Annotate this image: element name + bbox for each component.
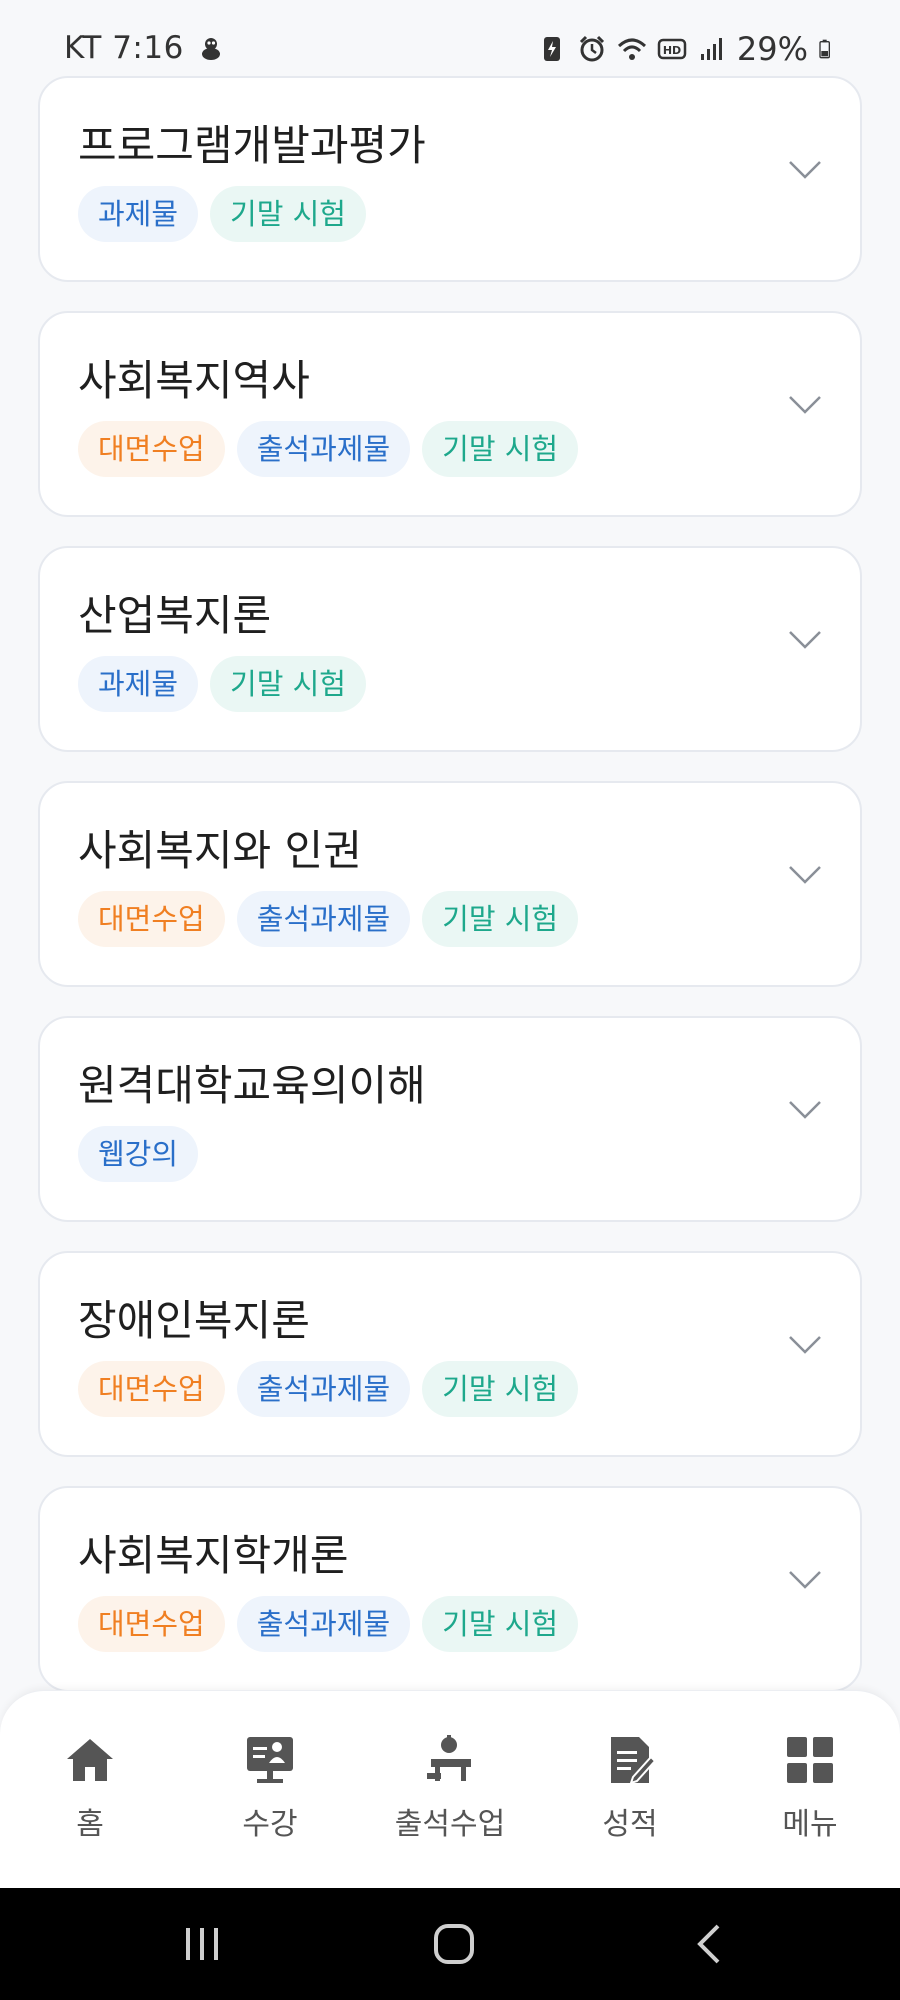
course-card[interactable]: 프로그램개발과평가 과제물 기말 시험	[38, 76, 862, 282]
chevron-down-icon[interactable]	[788, 1568, 822, 1592]
recent-apps-icon[interactable]	[172, 1918, 232, 1970]
nav-item-lecture[interactable]: 수강	[200, 1733, 340, 1853]
chevron-down-icon[interactable]	[788, 393, 822, 417]
grade-document-icon	[611, 1737, 657, 1785]
tag-row: 웹강의	[78, 1126, 199, 1182]
home-icon	[67, 1739, 113, 1781]
course-title: 장애인복지론	[78, 1296, 310, 1345]
attendance-desk-icon	[427, 1735, 471, 1781]
tag-row: 과제물 기말 시험	[78, 656, 366, 712]
back-icon[interactable]	[680, 1918, 740, 1970]
nav-label: 메뉴	[782, 1807, 838, 1842]
tag-assignment: 과제물	[78, 656, 199, 712]
chevron-down-icon[interactable]	[788, 628, 822, 652]
carrier-time: KT 7:16	[64, 30, 184, 66]
nav-item-attendance-class[interactable]: 출석수업	[380, 1733, 520, 1853]
tag-row: 대면수업 출석과제물 기말 시험	[78, 891, 579, 947]
tag-attendance-assignment: 출석과제물	[236, 1596, 411, 1652]
chevron-down-icon[interactable]	[788, 863, 822, 887]
tag-attendance-assignment: 출석과제물	[236, 1361, 411, 1417]
system-nav-bar	[0, 1888, 900, 2000]
alarm-icon	[579, 35, 604, 62]
tag-row: 과제물 기말 시험	[78, 186, 366, 242]
tag-final-exam: 기말 시험	[210, 186, 366, 242]
nav-label: 홈	[76, 1807, 104, 1842]
course-card[interactable]: 사회복지역사 대면수업 출석과제물 기말 시험	[38, 311, 862, 517]
home-circle-icon[interactable]	[424, 1918, 484, 1970]
course-title: 사회복지역사	[78, 356, 310, 405]
tag-in-person-class: 대면수업	[78, 421, 225, 477]
battery-saver-icon	[543, 37, 560, 61]
wifi-icon	[617, 38, 646, 60]
course-title: 산업복지론	[78, 591, 272, 640]
course-card[interactable]: 사회복지와 인권 대면수업 출석과제물 기말 시험	[38, 781, 862, 987]
lecture-monitor-icon	[247, 1737, 293, 1783]
battery-icon	[819, 39, 830, 59]
nav-label: 성적	[602, 1807, 658, 1842]
chevron-down-icon[interactable]	[788, 1098, 822, 1122]
hd-voice-icon: HD	[657, 38, 687, 60]
status-left: KT 7:16	[64, 30, 226, 66]
nav-item-menu[interactable]: 메뉴	[740, 1733, 880, 1853]
tag-final-exam: 기말 시험	[422, 421, 579, 477]
course-card[interactable]: 원격대학교육의이해 웹강의	[38, 1016, 862, 1222]
tag-in-person-class: 대면수업	[78, 1361, 225, 1417]
course-card[interactable]: 산업복지론 과제물 기말 시험	[38, 546, 862, 752]
tag-row: 대면수업 출석과제물 기말 시험	[78, 1596, 579, 1652]
course-card[interactable]: 장애인복지론 대면수업 출석과제물 기말 시험	[38, 1251, 862, 1457]
chevron-down-icon[interactable]	[788, 158, 822, 182]
course-title: 사회복지와 인권	[78, 826, 362, 875]
status-right: HD 29%	[537, 30, 838, 68]
tag-row: 대면수업 출석과제물 기말 시험	[78, 421, 579, 477]
tag-row: 대면수업 출석과제물 기말 시험	[78, 1361, 579, 1417]
bottom-nav: 홈 수강 출석수업 성적 메뉴	[0, 1690, 900, 1888]
tag-in-person-class: 대면수업	[78, 891, 225, 947]
notification-icon	[201, 38, 220, 60]
svg-text:HD: HD	[663, 44, 681, 57]
nav-label: 출석수업	[394, 1807, 506, 1842]
tag-final-exam: 기말 시험	[422, 1596, 579, 1652]
tag-web-lecture: 웹강의	[78, 1126, 199, 1182]
tag-attendance-assignment: 출석과제물	[236, 421, 411, 477]
course-title: 프로그램개발과평가	[78, 121, 426, 170]
nav-label: 수강	[242, 1807, 298, 1842]
chevron-down-icon[interactable]	[788, 1333, 822, 1357]
nav-item-grades[interactable]: 성적	[560, 1733, 700, 1853]
tag-assignment: 과제물	[78, 186, 199, 242]
tag-final-exam: 기말 시험	[422, 1361, 579, 1417]
course-title: 사회복지학개론	[78, 1531, 349, 1580]
grid-menu-icon	[787, 1737, 833, 1783]
tag-final-exam: 기말 시험	[210, 656, 366, 712]
tag-in-person-class: 대면수업	[78, 1596, 225, 1652]
battery-percent: 29%	[736, 30, 808, 68]
tag-attendance-assignment: 출석과제물	[236, 891, 411, 947]
nav-item-home[interactable]: 홈	[20, 1733, 160, 1853]
course-card[interactable]: 사회복지학개론 대면수업 출석과제물 기말 시험	[38, 1486, 862, 1692]
signal-icon	[700, 38, 722, 60]
tag-final-exam: 기말 시험	[422, 891, 579, 947]
course-title: 원격대학교육의이해	[78, 1061, 426, 1110]
